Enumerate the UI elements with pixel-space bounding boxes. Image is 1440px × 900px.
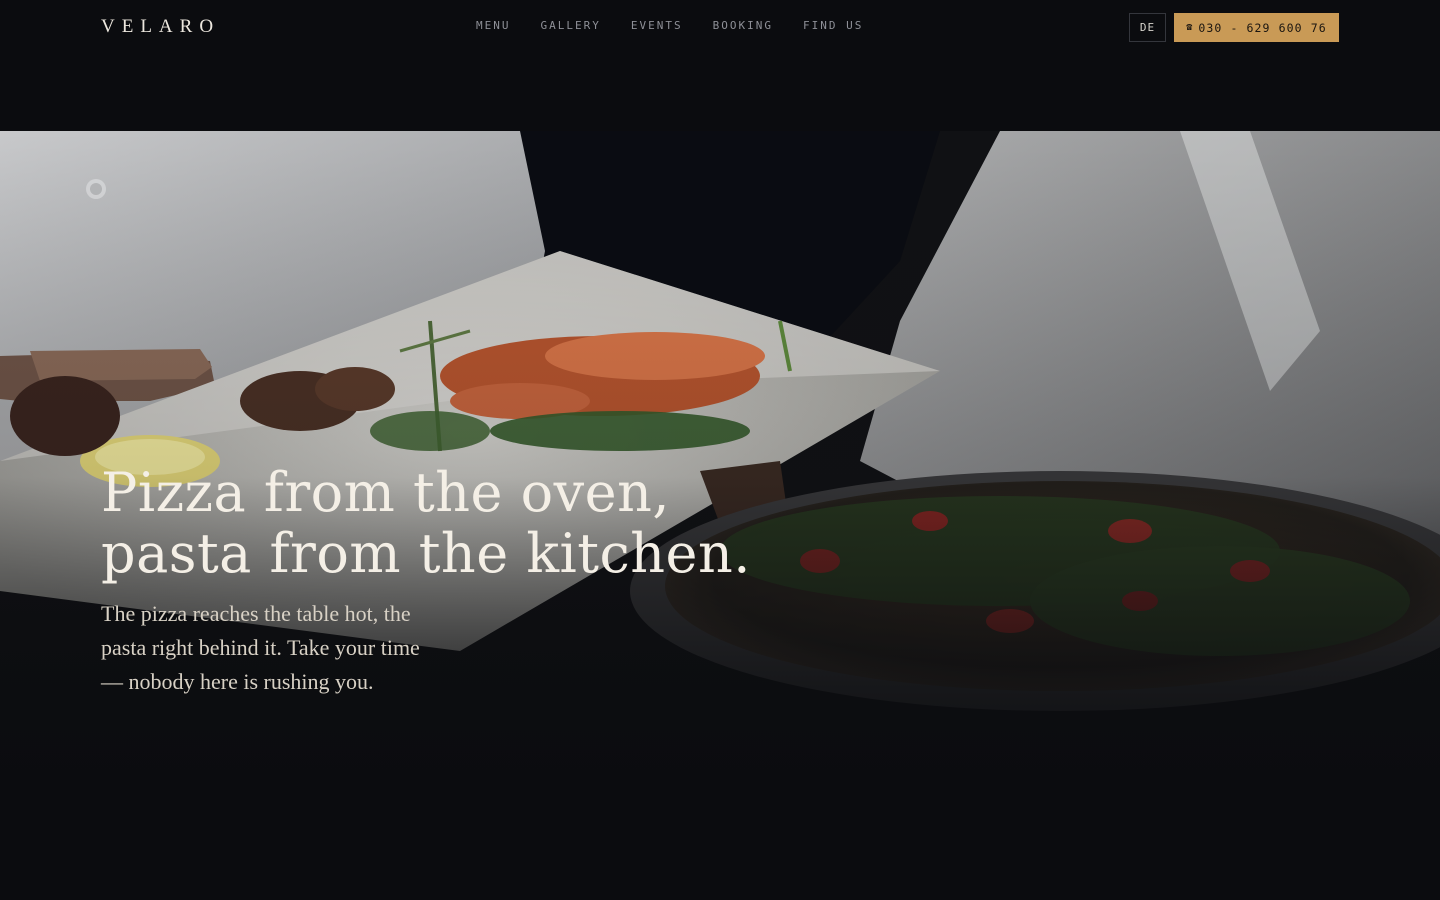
hero-headline-line-2: pasta from the kitchen. xyxy=(101,522,751,585)
phone-icon: ☎ xyxy=(1186,22,1194,33)
nav-item-booking[interactable]: BOOKING xyxy=(713,19,773,32)
brand-logo[interactable]: VELARO xyxy=(101,16,220,38)
nav-item-gallery[interactable]: GALLERY xyxy=(541,19,601,32)
language-switch-button[interactable]: DE xyxy=(1129,13,1166,42)
hero-subcopy: The pizza reaches the table hot, the pas… xyxy=(101,601,420,694)
phone-call-button[interactable]: ☎ 030 - 629 600 76 xyxy=(1174,13,1339,42)
main-navigation: MENU GALLERY EVENTS BOOKING FIND US xyxy=(476,19,863,32)
phone-number: 030 - 629 600 76 xyxy=(1198,20,1327,35)
nav-item-menu[interactable]: MENU xyxy=(476,19,511,32)
site-header: VELARO MENU GALLERY EVENTS BOOKING FIND … xyxy=(0,0,1440,56)
nav-item-find-us[interactable]: FIND US xyxy=(803,19,863,32)
nav-item-events[interactable]: EVENTS xyxy=(631,19,683,32)
hero-section: Pizza from the oven, pasta from the kitc… xyxy=(0,131,1440,900)
hero-headline: Pizza from the oven, pasta from the kitc… xyxy=(101,462,901,584)
hero-headline-line-1: Pizza from the oven, xyxy=(101,461,671,524)
